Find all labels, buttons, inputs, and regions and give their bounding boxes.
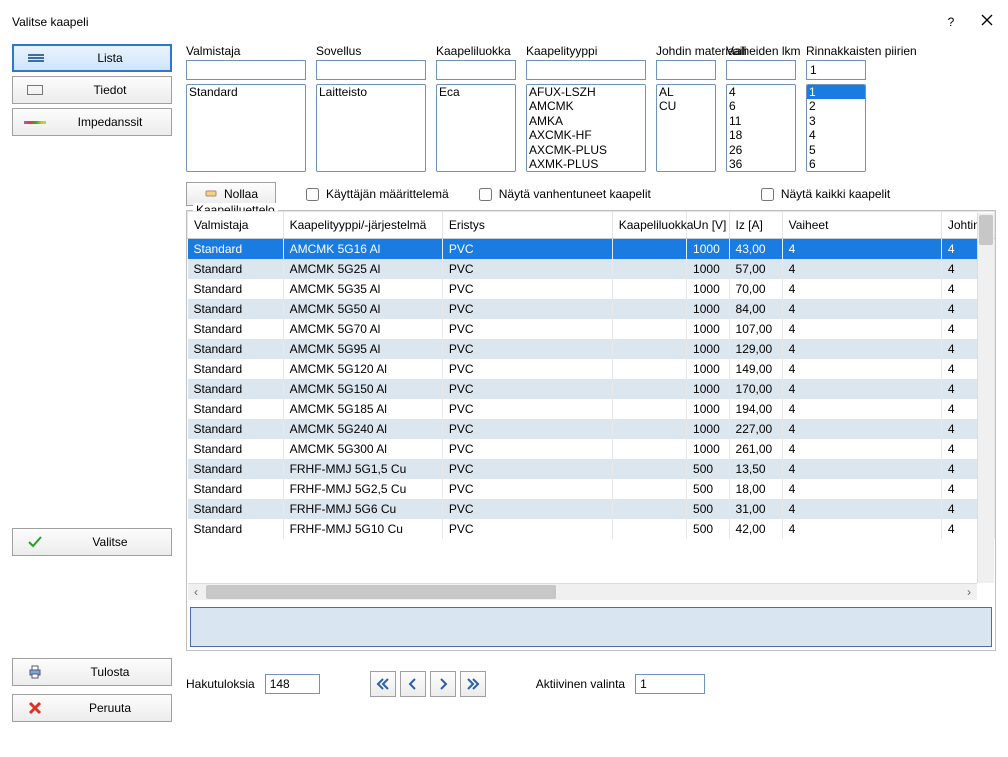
table-row[interactable]: StandardAMCMK 5G240 AlPVC1000227,0044 bbox=[188, 419, 995, 439]
select-label: Valitse bbox=[57, 535, 163, 549]
vertical-scrollbar[interactable] bbox=[977, 213, 994, 583]
filter-row: Valmistaja Standard Sovellus Laitteisto … bbox=[186, 44, 996, 172]
table-row[interactable]: StandardAMCMK 5G35 AlPVC100070,0044 bbox=[188, 279, 995, 299]
check-obsolete[interactable]: Näytä vanhentuneet kaapelit bbox=[475, 185, 651, 204]
nav-info-label: Tiedot bbox=[57, 83, 163, 97]
check-icon bbox=[21, 534, 49, 550]
table-row[interactable]: StandardFRHF-MMJ 5G10 CuPVC50042,0044 bbox=[188, 519, 995, 539]
help-button[interactable]: ? bbox=[942, 13, 960, 31]
col-cableclass[interactable]: Kaapeliluokka bbox=[612, 212, 686, 239]
scroll-right-icon[interactable]: › bbox=[961, 584, 977, 600]
filter-parallel-input[interactable] bbox=[806, 60, 866, 80]
nav-list-button[interactable]: Lista bbox=[12, 44, 172, 72]
scroll-left-icon[interactable]: ‹ bbox=[188, 584, 204, 600]
check-showall-box[interactable] bbox=[761, 188, 774, 201]
prev-page-button[interactable] bbox=[400, 671, 426, 697]
window-title: Valitse kaapeli bbox=[12, 15, 89, 29]
table-row[interactable]: StandardAMCMK 5G120 AlPVC1000149,0044 bbox=[188, 359, 995, 379]
titlebar: Valitse kaapeli ? bbox=[12, 8, 996, 36]
filter-phases-label: Vaiheiden lkm bbox=[726, 44, 796, 58]
first-page-button[interactable] bbox=[370, 671, 396, 697]
cancel-label: Peruuta bbox=[57, 701, 163, 715]
cancel-icon bbox=[21, 701, 49, 715]
col-manufacturer[interactable]: Valmistaja bbox=[188, 212, 284, 239]
filter-cableclass-list[interactable]: Eca bbox=[436, 84, 516, 172]
nav-list-label: Lista bbox=[58, 51, 162, 65]
results-count[interactable] bbox=[265, 674, 320, 694]
filter-application-list[interactable]: Laitteisto bbox=[316, 84, 426, 172]
check-userdefined-box[interactable] bbox=[306, 188, 319, 201]
table-row[interactable]: StandardAMCMK 5G16 AlPVC100043,0044 bbox=[188, 239, 995, 260]
filter-conductor-list[interactable]: ALCU bbox=[656, 84, 716, 172]
filter-cableclass-input[interactable] bbox=[436, 60, 516, 80]
table-row[interactable]: StandardAMCMK 5G185 AlPVC1000194,0044 bbox=[188, 399, 995, 419]
col-cabletype[interactable]: Kaapelityyppi/-järjestelmä bbox=[283, 212, 442, 239]
info-panel bbox=[190, 607, 992, 647]
table-row[interactable]: StandardFRHF-MMJ 5G2,5 CuPVC50018,0044 bbox=[188, 479, 995, 499]
filter-parallel-label: Rinnakkaisten piirien bbox=[806, 44, 866, 58]
filter-application-input[interactable] bbox=[316, 60, 426, 80]
print-button[interactable]: Tulosta bbox=[12, 658, 172, 686]
select-button[interactable]: Valitse bbox=[12, 528, 172, 556]
table-row[interactable]: StandardAMCMK 5G70 AlPVC1000107,0044 bbox=[188, 319, 995, 339]
check-showall[interactable]: Näytä kaikki kaapelit bbox=[757, 185, 890, 204]
filter-cabletype-list[interactable]: AFUX-LSZHAMCMKAMKAAXCMK-HFAXCMK-PLUSAXMK… bbox=[526, 84, 646, 172]
nav-info-button[interactable]: Tiedot bbox=[12, 76, 172, 104]
active-label: Aktiivinen valinta bbox=[536, 677, 625, 691]
filter-manufacturer-list[interactable]: Standard bbox=[186, 84, 306, 172]
last-page-button[interactable] bbox=[460, 671, 486, 697]
print-label: Tulosta bbox=[57, 665, 163, 679]
next-page-button[interactable] bbox=[430, 671, 456, 697]
close-button[interactable] bbox=[978, 13, 996, 31]
col-un[interactable]: Un [V] bbox=[687, 212, 729, 239]
col-iz[interactable]: Iz [A] bbox=[729, 212, 782, 239]
filter-manufacturer-label: Valmistaja bbox=[186, 44, 306, 58]
col-insulation[interactable]: Eristys bbox=[442, 212, 612, 239]
filter-cabletype-label: Kaapelityyppi bbox=[526, 44, 646, 58]
table-row[interactable]: StandardAMCMK 5G300 AlPVC1000261,0044 bbox=[188, 439, 995, 459]
list-icon bbox=[22, 54, 50, 62]
filter-phases-input[interactable] bbox=[726, 60, 796, 80]
nav-impedances-button[interactable]: Impedanssit bbox=[12, 108, 172, 136]
table-row[interactable]: StandardFRHF-MMJ 5G6 CuPVC50031,0044 bbox=[188, 499, 995, 519]
col-phases[interactable]: Vaiheet bbox=[782, 212, 941, 239]
table-row[interactable]: StandardAMCMK 5G150 AlPVC1000170,0044 bbox=[188, 379, 995, 399]
printer-icon bbox=[21, 664, 49, 680]
filter-parallel-list[interactable]: 1234567 bbox=[806, 84, 866, 172]
cancel-button[interactable]: Peruuta bbox=[12, 694, 172, 722]
table-row[interactable]: StandardAMCMK 5G25 AlPVC100057,0044 bbox=[188, 259, 995, 279]
table-header-row: Valmistaja Kaapelityyppi/-järjestelmä Er… bbox=[188, 212, 995, 239]
filter-phases-list[interactable]: 4611182636 bbox=[726, 84, 796, 172]
impedances-icon bbox=[21, 121, 49, 124]
status-row: Hakutuloksia Aktiivinen valinta bbox=[186, 671, 996, 697]
eraser-icon bbox=[204, 186, 218, 203]
filter-cabletype-input[interactable] bbox=[526, 60, 646, 80]
cable-list-fieldset: Kaapeliluettelo Valmistaja Kaapelityyppi… bbox=[186, 210, 996, 651]
check-obsolete-box[interactable] bbox=[479, 188, 492, 201]
sidebar: Lista Tiedot Impedanssit Valitse Tulosta… bbox=[12, 44, 172, 697]
filter-manufacturer-input[interactable] bbox=[186, 60, 306, 80]
filter-application-label: Sovellus bbox=[316, 44, 426, 58]
filter-conductor-input[interactable] bbox=[656, 60, 716, 80]
horizontal-scrollbar[interactable]: ‹ › bbox=[188, 583, 977, 600]
table-row[interactable]: StandardAMCMK 5G95 AlPVC1000129,0044 bbox=[188, 339, 995, 359]
filter-cableclass-label: Kaapeliluokka bbox=[436, 44, 516, 58]
check-userdefined[interactable]: Käyttäjän määrittelemä bbox=[302, 185, 449, 204]
nav-impedances-label: Impedanssit bbox=[57, 115, 163, 129]
table-row[interactable]: StandardFRHF-MMJ 5G1,5 CuPVC50013,5044 bbox=[188, 459, 995, 479]
cable-table: Valmistaja Kaapelityyppi/-järjestelmä Er… bbox=[187, 211, 995, 601]
info-icon bbox=[21, 85, 49, 95]
table-row[interactable]: StandardAMCMK 5G50 AlPVC100084,0044 bbox=[188, 299, 995, 319]
active-selection[interactable] bbox=[635, 674, 705, 694]
reset-label: Nollaa bbox=[224, 187, 258, 201]
filter-conductor-label: Johdin materiaali bbox=[656, 44, 716, 58]
results-label: Hakutuloksia bbox=[186, 677, 255, 691]
